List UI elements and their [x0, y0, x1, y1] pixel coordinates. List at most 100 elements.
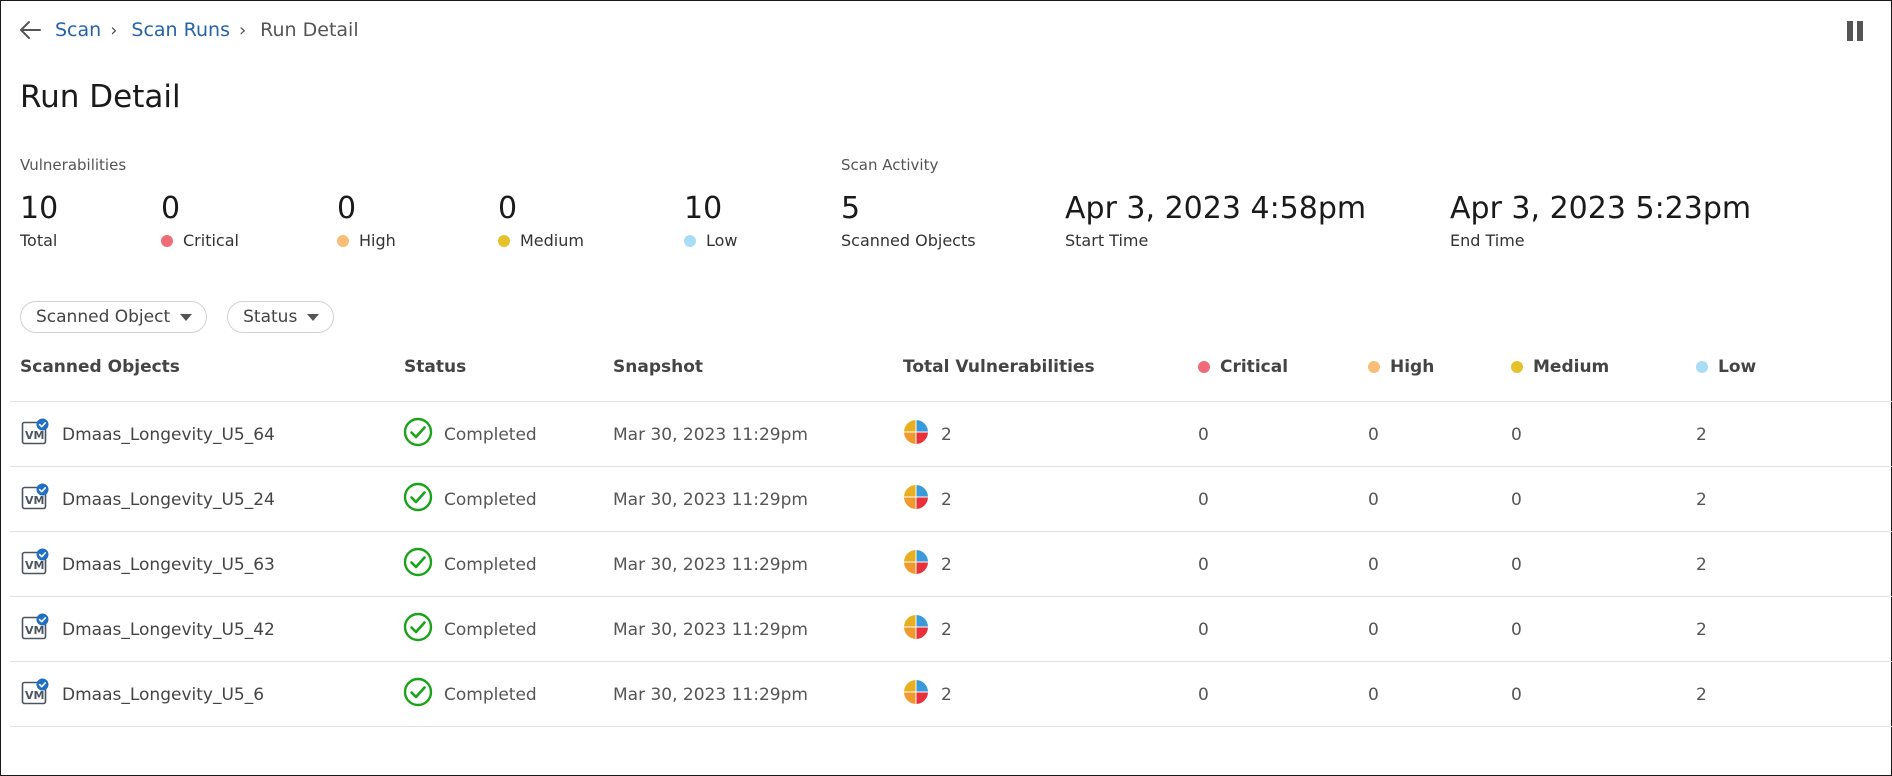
- filter-scanned-object-label: Scanned Object: [36, 307, 171, 327]
- stat-scanned-objects-value: 5: [841, 191, 861, 226]
- column-header-status[interactable]: Status: [404, 357, 466, 377]
- column-header-scanned-objects[interactable]: Scanned Objects: [20, 357, 180, 377]
- filter-bar: Scanned Object Status: [20, 301, 335, 333]
- stat-low-label: Low: [706, 231, 738, 250]
- cell-low: 2: [1696, 619, 1707, 640]
- scanned-object-name[interactable]: Dmaas_Longevity_U5_63: [62, 555, 275, 575]
- cell-high: 0: [1368, 619, 1379, 640]
- table-row[interactable]: VM Dmaas_Longevity_U5_64 Completed Mar 3…: [10, 402, 1892, 467]
- column-header-snapshot[interactable]: Snapshot: [613, 357, 703, 377]
- status-text: Completed: [444, 489, 537, 510]
- cell-total-vulnerabilities: 2: [903, 467, 952, 532]
- cell-medium: 0: [1511, 554, 1522, 575]
- medium-dot-icon: [498, 234, 510, 247]
- cell-medium: 0: [1511, 489, 1522, 510]
- stat-critical-label: Critical: [183, 231, 239, 250]
- low-dot-icon: [1696, 361, 1708, 373]
- table-row[interactable]: VM Dmaas_Longevity_U5_6 Completed Mar 30…: [10, 662, 1892, 727]
- severity-pie-icon[interactable]: [903, 484, 929, 515]
- caret-down-icon: [307, 313, 320, 321]
- table-row[interactable]: VM Dmaas_Longevity_U5_24 Completed Mar 3…: [10, 467, 1892, 532]
- cell-high: 0: [1368, 554, 1379, 575]
- stat-critical-value: 0: [161, 191, 181, 226]
- cell-high: 0: [1368, 489, 1379, 510]
- cell-critical: 0: [1198, 489, 1209, 510]
- cell-low: 2: [1696, 684, 1707, 705]
- severity-pie-icon[interactable]: [903, 419, 929, 450]
- stat-high-label: High: [359, 231, 396, 250]
- cell-total-vulnerabilities: 2: [903, 662, 952, 727]
- check-circle-icon: [403, 482, 433, 517]
- scanned-object-name[interactable]: Dmaas_Longevity_U5_6: [62, 685, 264, 705]
- svg-text:VM: VM: [25, 689, 44, 702]
- column-header-total-vulnerabilities[interactable]: Total Vulnerabilities: [903, 357, 1095, 377]
- column-header-low[interactable]: Low: [1696, 357, 1756, 377]
- severity-pie-icon[interactable]: [903, 549, 929, 580]
- status-text: Completed: [444, 424, 537, 445]
- breadcrumb-scan[interactable]: Scan: [55, 19, 101, 41]
- cell-critical: 0: [1198, 554, 1209, 575]
- cell-medium: 0: [1511, 619, 1522, 640]
- stat-medium-value: 0: [498, 191, 518, 226]
- cell-critical: 0: [1198, 619, 1209, 640]
- breadcrumb-scan-runs[interactable]: Scan Runs: [131, 19, 230, 41]
- back-arrow-icon[interactable]: [19, 18, 43, 42]
- scanned-object-name[interactable]: Dmaas_Longevity_U5_64: [62, 425, 275, 445]
- stat-total-label: Total: [20, 231, 58, 250]
- breadcrumb-current: Run Detail: [260, 19, 359, 41]
- cell-status: Completed: [403, 402, 537, 467]
- low-dot-icon: [684, 234, 696, 247]
- cell-scanned-object: VM Dmaas_Longevity_U5_24: [21, 467, 275, 532]
- column-header-high[interactable]: High: [1368, 357, 1434, 377]
- table-row[interactable]: VM Dmaas_Longevity_U5_42 Completed Mar 3…: [10, 597, 1892, 662]
- filter-status-label: Status: [243, 307, 298, 327]
- column-header-medium-label: Medium: [1533, 357, 1610, 377]
- app-window: Scan › Scan Runs › Run Detail Run Detail…: [0, 0, 1892, 776]
- check-circle-icon: [403, 547, 433, 582]
- status-text: Completed: [444, 684, 537, 705]
- severity-pie-icon[interactable]: [903, 679, 929, 710]
- cell-low: 2: [1696, 489, 1707, 510]
- breadcrumb: Scan › Scan Runs › Run Detail: [19, 15, 359, 45]
- medium-dot-icon: [1511, 361, 1523, 373]
- stat-scanned-objects-label: Scanned Objects: [841, 231, 976, 250]
- total-vulnerabilities-count: 2: [941, 489, 952, 510]
- column-header-high-label: High: [1390, 357, 1435, 377]
- cell-status: Completed: [403, 597, 537, 662]
- cell-status: Completed: [403, 467, 537, 532]
- cell-high: 0: [1368, 684, 1379, 705]
- severity-pie-icon[interactable]: [903, 614, 929, 645]
- total-vulnerabilities-count: 2: [941, 684, 952, 705]
- svg-text:VM: VM: [25, 624, 44, 637]
- stat-total-value: 10: [20, 191, 59, 226]
- cell-snapshot: Mar 30, 2023 11:29pm: [613, 619, 808, 640]
- stat-high: 0 High: [337, 191, 396, 250]
- caret-down-icon: [180, 313, 193, 321]
- cell-total-vulnerabilities: 2: [903, 597, 952, 662]
- table-row[interactable]: VM Dmaas_Longevity_U5_63 Completed Mar 3…: [10, 532, 1892, 597]
- breadcrumb-separator: ›: [238, 19, 247, 41]
- stat-end-time: Apr 3, 2023 5:23pm End Time: [1450, 191, 1751, 250]
- column-header-critical[interactable]: Critical: [1198, 357, 1288, 377]
- scanned-object-name[interactable]: Dmaas_Longevity_U5_24: [62, 490, 275, 510]
- cell-snapshot: Mar 30, 2023 11:29pm: [613, 554, 808, 575]
- filter-scanned-object[interactable]: Scanned Object: [20, 301, 208, 333]
- table-body: VM Dmaas_Longevity_U5_64 Completed Mar 3…: [10, 402, 1892, 727]
- stat-critical: 0 Critical: [161, 191, 239, 250]
- stat-end-time-value: Apr 3, 2023 5:23pm: [1450, 191, 1752, 226]
- filter-status[interactable]: Status: [227, 301, 335, 333]
- svg-text:VM: VM: [25, 559, 44, 572]
- column-header-medium[interactable]: Medium: [1511, 357, 1609, 377]
- vm-protected-icon: VM: [21, 678, 49, 711]
- stat-start-time: Apr 3, 2023 4:58pm Start Time: [1065, 191, 1366, 250]
- total-vulnerabilities-count: 2: [941, 619, 952, 640]
- cell-critical: 0: [1198, 424, 1209, 445]
- cell-scanned-object: VM Dmaas_Longevity_U5_6: [21, 662, 264, 727]
- pause-icon[interactable]: [1847, 21, 1865, 41]
- svg-text:VM: VM: [25, 429, 44, 442]
- scanned-object-name[interactable]: Dmaas_Longevity_U5_42: [62, 620, 275, 640]
- cell-scanned-object: VM Dmaas_Longevity_U5_64: [21, 402, 275, 467]
- cell-low: 2: [1696, 554, 1707, 575]
- vm-protected-icon: VM: [21, 548, 49, 581]
- total-vulnerabilities-count: 2: [941, 554, 952, 575]
